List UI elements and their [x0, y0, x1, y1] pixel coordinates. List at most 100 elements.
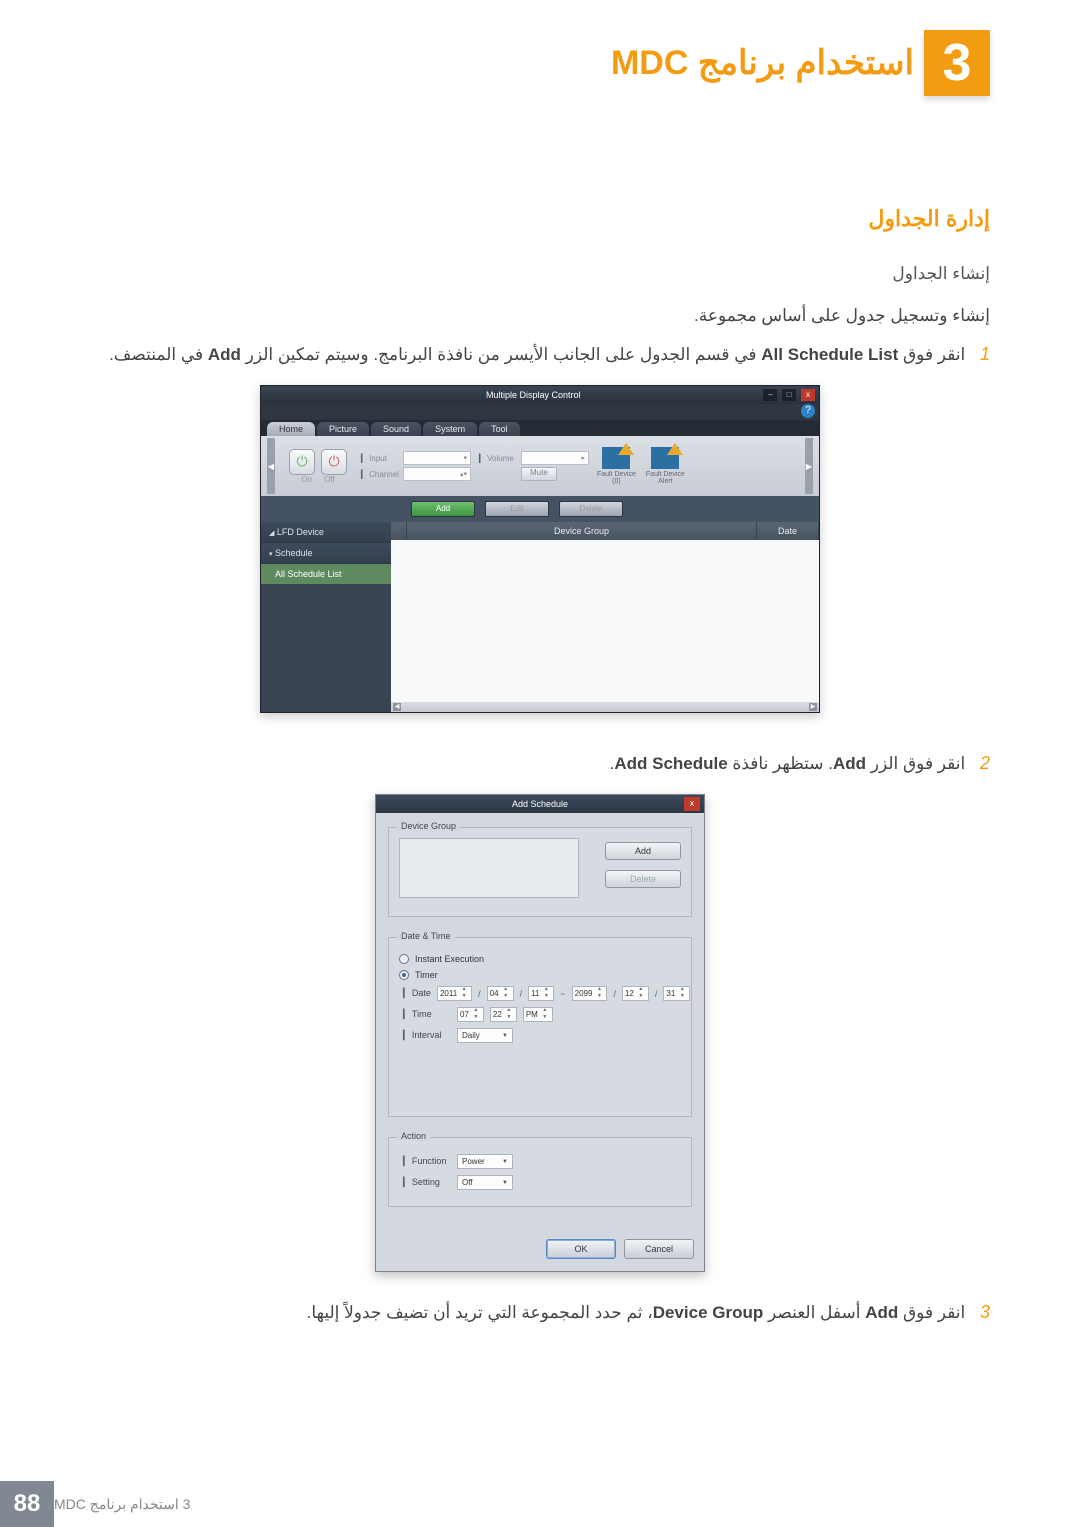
timer-label: Timer	[415, 970, 438, 980]
step-2-number: 2	[980, 753, 990, 773]
step-1-text-a: انقر فوق	[898, 345, 965, 364]
mdc-sidebar: ◢ LFD Device ▾ Schedule All Schedule Lis…	[261, 522, 391, 712]
ok-button[interactable]: OK	[546, 1239, 616, 1259]
scroll-left-icon[interactable]: ◀	[393, 703, 401, 711]
volume-slider[interactable]: ▸	[521, 451, 589, 465]
help-icon[interactable]: ?	[801, 404, 815, 418]
dialog-footer: OK Cancel	[376, 1237, 704, 1271]
date-time-legend: Date & Time	[397, 931, 455, 941]
fault-device-count[interactable]: Fault Device (0)	[597, 447, 636, 485]
mdc-toolbar: ◀ ⏻ ⏻ On Off ▎Input ▾ ▎Channel ▴▾	[261, 436, 819, 496]
device-delete-button[interactable]: Delete	[605, 870, 681, 888]
volume-label: ▎Volume	[479, 454, 517, 463]
time-hour-spinner[interactable]: 07▲▼	[457, 1007, 484, 1022]
tab-home[interactable]: Home	[267, 422, 315, 436]
horizontal-scrollbar[interactable]: ◀ ▶	[391, 702, 819, 712]
input-label: ▎Input	[361, 454, 399, 463]
step-2-bold-a: Add	[833, 754, 866, 773]
mdc-actionbar: Add Edit Delete	[261, 496, 819, 522]
section-heading: إدارة الجداول	[90, 206, 990, 232]
input-group: ▎Input ▾ ▎Channel ▴▾	[361, 449, 471, 483]
mute-button[interactable]: Mute	[521, 467, 557, 481]
step-1-bold-a: All Schedule List	[761, 345, 898, 364]
sidebar-item-schedule[interactable]: ▾ Schedule	[261, 543, 391, 564]
channel-label: ▎Channel	[361, 470, 399, 479]
fault-device-alert[interactable]: Fault Device Alert	[646, 447, 685, 485]
fault-group: Fault Device (0) Fault Device Alert	[597, 447, 685, 485]
date-day1-spinner[interactable]: 11▲▼	[528, 986, 554, 1001]
date-year2-spinner[interactable]: 2099▲▼	[572, 986, 608, 1001]
tab-system[interactable]: System	[423, 422, 477, 436]
mdc-help-row: ?	[261, 404, 819, 420]
mdc-window: Multiple Display Control – □ x ? Home Pi…	[260, 385, 820, 713]
grid-col-date[interactable]: Date	[757, 522, 819, 540]
mdc-tabs: Home Picture Sound System Tool	[261, 420, 819, 436]
input-dropdown[interactable]: ▾	[403, 451, 471, 465]
dialog-title: Add Schedule	[512, 799, 568, 809]
mdc-titlebar: Multiple Display Control – □ x	[261, 386, 819, 404]
chapter-number: 3	[924, 30, 990, 96]
fault-alert-icon	[651, 447, 679, 469]
power-off-button[interactable]: ⏻	[321, 449, 347, 475]
instant-execution-radio[interactable]	[399, 954, 409, 964]
step-2: 2 انقر فوق الزر Add. ستظهر نافذة Add Sch…	[90, 753, 990, 774]
fault-device-icon	[602, 447, 630, 469]
power-on-button[interactable]: ⏻	[289, 449, 315, 475]
sub-heading: إنشاء الجداول	[90, 264, 990, 284]
action-panel: Action ▎Function Power▼ ▎Setting Off▼	[388, 1137, 692, 1207]
page-number: 88	[0, 1481, 54, 1527]
grid-col-check[interactable]	[391, 522, 407, 540]
power-group: ⏻ ⏻ On Off	[283, 449, 353, 484]
dialog-close-button[interactable]: x	[684, 797, 700, 811]
date-day2-spinner[interactable]: 31▲▼	[663, 986, 690, 1001]
step-3-text-a: انقر فوق	[898, 1303, 965, 1322]
toolbar-scroll-left[interactable]: ◀	[267, 438, 275, 494]
power-off-label: Off	[324, 475, 335, 484]
device-group-list[interactable]	[399, 838, 579, 898]
timer-radio[interactable]	[399, 970, 409, 980]
device-add-button[interactable]: Add	[605, 842, 681, 860]
date-label: ▎Date	[403, 988, 431, 999]
step-2-text-a: انقر فوق الزر	[866, 754, 965, 773]
time-minute-spinner[interactable]: 22▲▼	[490, 1007, 517, 1022]
tab-tool[interactable]: Tool	[479, 422, 520, 436]
minimize-button[interactable]: –	[763, 389, 777, 401]
sidebar-item-all-schedule-list[interactable]: All Schedule List	[261, 564, 391, 584]
step-1-text-b: في قسم الجدول على الجانب الأيسر من نافذة…	[241, 345, 761, 364]
toolbar-scroll-right[interactable]: ▶	[805, 438, 813, 494]
tab-picture[interactable]: Picture	[317, 422, 369, 436]
date-time-panel: Date & Time Instant Execution Timer ▎Dat…	[388, 937, 692, 1117]
time-label: ▎Time	[403, 1009, 451, 1020]
add-button[interactable]: Add	[411, 501, 475, 517]
channel-spinner[interactable]: ▴▾	[403, 467, 471, 481]
scroll-right-icon[interactable]: ▶	[809, 703, 817, 711]
step-2-bold-b: Add Schedule	[614, 754, 727, 773]
cancel-button[interactable]: Cancel	[624, 1239, 694, 1259]
mdc-main: Device Group Date ◀ ▶	[391, 522, 819, 712]
action-legend: Action	[397, 1131, 430, 1141]
device-group-legend: Device Group	[397, 821, 460, 831]
tab-sound[interactable]: Sound	[371, 422, 421, 436]
step-1-text-c: في المنتصف.	[109, 345, 208, 364]
setting-dropdown[interactable]: Off▼	[457, 1175, 513, 1190]
grid-col-device-group[interactable]: Device Group	[407, 522, 757, 540]
sidebar-item-lfd[interactable]: ◢ LFD Device	[261, 522, 391, 543]
date-month1-spinner[interactable]: 04▲▼	[487, 986, 514, 1001]
time-ampm-spinner[interactable]: PM▲▼	[523, 1007, 553, 1022]
date-year1-spinner[interactable]: 2011▲▼	[437, 986, 472, 1001]
grid-header: Device Group Date	[391, 522, 819, 540]
setting-label: ▎Setting	[403, 1177, 451, 1188]
delete-button[interactable]: Delete	[559, 501, 623, 517]
step-3-text-c: ، ثم حدد المجموعة التي تريد أن تضيف جدول…	[307, 1303, 653, 1322]
step-3: 3 انقر فوق Add أسفل العنصر Device Group،…	[90, 1302, 990, 1323]
step-3-bold-a: Add	[865, 1303, 898, 1322]
mdc-body: ◢ LFD Device ▾ Schedule All Schedule Lis…	[261, 522, 819, 712]
step-1-number: 1	[980, 344, 990, 364]
interval-dropdown[interactable]: Daily▼	[457, 1028, 513, 1043]
maximize-button[interactable]: □	[782, 389, 796, 401]
close-button[interactable]: x	[801, 389, 815, 401]
mdc-title: Multiple Display Control	[486, 390, 581, 400]
edit-button[interactable]: Edit	[485, 501, 549, 517]
date-month2-spinner[interactable]: 12▲▼	[622, 986, 649, 1001]
function-dropdown[interactable]: Power▼	[457, 1154, 513, 1169]
